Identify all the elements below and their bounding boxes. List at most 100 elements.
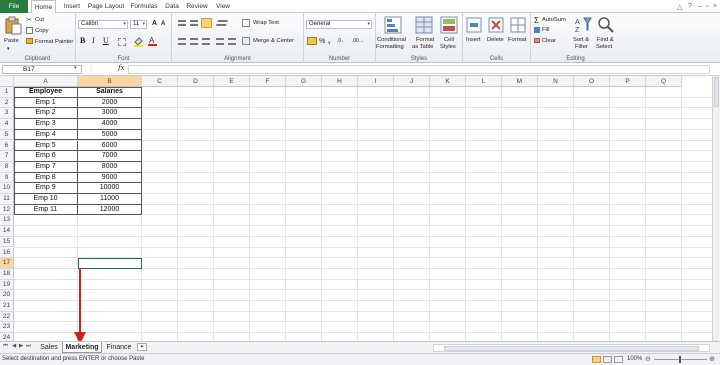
sheet-tab-finance[interactable]: Finance bbox=[104, 342, 134, 353]
column-header-n[interactable]: N bbox=[538, 76, 574, 87]
column-header-l[interactable]: L bbox=[466, 76, 502, 87]
column-header-i[interactable]: I bbox=[358, 76, 394, 87]
column-header-g[interactable]: G bbox=[286, 76, 322, 87]
format-cells-button[interactable]: Format bbox=[508, 37, 526, 44]
cell-styles-icon[interactable] bbox=[440, 16, 458, 34]
format-cells-icon[interactable] bbox=[509, 16, 527, 34]
currency-icon[interactable] bbox=[307, 37, 317, 45]
underline-button[interactable]: U bbox=[103, 37, 109, 45]
number-format-select[interactable]: General ▾ bbox=[306, 20, 372, 29]
row-header-2[interactable]: 2 bbox=[0, 97, 14, 109]
conditional-formatting-icon[interactable] bbox=[384, 16, 402, 34]
increase-decimal-button[interactable]: .0← bbox=[337, 38, 346, 45]
format-as-table-button[interactable]: Format bbox=[416, 37, 434, 44]
tab-page-layout[interactable]: Page Layout bbox=[87, 0, 125, 13]
minimize-ribbon-icon[interactable]: △ bbox=[677, 3, 682, 11]
row-header-14[interactable]: 14 bbox=[0, 226, 14, 237]
column-header-e[interactable]: E bbox=[214, 76, 250, 87]
increase-indent-icon[interactable] bbox=[228, 38, 236, 45]
borders-icon[interactable] bbox=[118, 38, 126, 46]
row-header-7[interactable]: 7 bbox=[0, 151, 14, 162]
wrap-text-button[interactable]: Wrap Text bbox=[253, 20, 279, 27]
column-header-o[interactable]: O bbox=[574, 76, 610, 87]
spreadsheet-grid[interactable]: ABCDEFGHIJKLMNOPQ 1 2 3 4 5 6 7 8 9 10 11 12 13 14 15 1… bbox=[0, 76, 712, 341]
shrink-font-button[interactable]: A bbox=[161, 21, 165, 28]
orientation-icon[interactable] bbox=[215, 20, 229, 26]
row-header-12[interactable]: 12 bbox=[0, 204, 14, 216]
select-all-corner[interactable] bbox=[0, 76, 14, 87]
column-header-f[interactable]: F bbox=[250, 76, 286, 87]
sort-filter-button[interactable]: Sort & bbox=[573, 37, 589, 44]
insert-cells-icon[interactable] bbox=[465, 16, 483, 34]
sheet-tab-marketing[interactable]: Marketing bbox=[62, 342, 102, 353]
italic-button[interactable]: I bbox=[92, 37, 95, 45]
help-icon[interactable]: ? bbox=[688, 3, 692, 10]
align-middle-icon[interactable] bbox=[190, 20, 198, 26]
wrap-text-icon[interactable] bbox=[242, 19, 250, 27]
autosum-button[interactable]: AutoSum bbox=[542, 17, 566, 24]
next-sheet-icon[interactable]: ▶ bbox=[19, 343, 23, 349]
column-header-k[interactable]: K bbox=[430, 76, 466, 87]
normal-view-icon[interactable] bbox=[592, 356, 601, 363]
fill-color-icon[interactable] bbox=[134, 37, 143, 47]
page-layout-view-icon[interactable] bbox=[603, 356, 612, 363]
format-as-table-icon[interactable] bbox=[415, 16, 433, 34]
paste-icon[interactable] bbox=[4, 16, 22, 35]
merge-center-icon[interactable] bbox=[242, 37, 250, 45]
column-header-h[interactable]: H bbox=[322, 76, 358, 87]
column-header-q[interactable]: Q bbox=[646, 76, 682, 87]
font-size-select[interactable]: 11 ▾ bbox=[130, 20, 147, 29]
font-name-select[interactable]: Calibri ▾ bbox=[78, 20, 128, 29]
row-header-6[interactable]: 6 bbox=[0, 140, 14, 152]
grow-font-button[interactable]: A bbox=[152, 20, 157, 27]
column-header-j[interactable]: J bbox=[394, 76, 430, 87]
conditional-formatting-button[interactable]: Conditional bbox=[377, 37, 406, 44]
row-header-16[interactable]: 16 bbox=[0, 247, 14, 259]
column-header-b[interactable]: B bbox=[78, 76, 142, 87]
tab-formulas[interactable]: Formulas bbox=[129, 0, 159, 13]
scroll-thumb[interactable] bbox=[714, 77, 719, 107]
tab-data[interactable]: Data bbox=[163, 0, 181, 13]
find-select-icon[interactable] bbox=[597, 16, 615, 34]
zoom-level[interactable]: 100% bbox=[627, 356, 642, 362]
column-header-m[interactable]: M bbox=[502, 76, 538, 87]
tab-review[interactable]: Review bbox=[185, 0, 209, 13]
name-box[interactable]: B17 bbox=[2, 65, 82, 74]
prev-sheet-icon[interactable]: ◀ bbox=[12, 343, 16, 349]
delete-cells-button[interactable]: Delete bbox=[487, 37, 504, 44]
row-header-21[interactable]: 21 bbox=[0, 301, 14, 312]
decrease-decimal-button[interactable]: .00→ bbox=[352, 38, 364, 45]
find-select-button[interactable]: Find & bbox=[597, 37, 614, 44]
bold-button[interactable]: B bbox=[80, 37, 85, 45]
row-header-3[interactable]: 3 bbox=[0, 108, 14, 120]
paste-dropdown-icon[interactable]: ▾ bbox=[7, 46, 10, 53]
paste-button[interactable]: Paste bbox=[4, 38, 19, 45]
align-top-icon[interactable] bbox=[178, 20, 186, 26]
formula-input[interactable] bbox=[128, 65, 710, 74]
cell-styles-button[interactable]: Cell bbox=[444, 37, 454, 44]
column-header-p[interactable]: P bbox=[610, 76, 646, 87]
delete-cells-icon[interactable] bbox=[487, 16, 505, 34]
insert-cells-button[interactable]: Insert bbox=[466, 37, 481, 44]
sheet-tab-sales[interactable]: Sales bbox=[37, 342, 61, 353]
sort-filter-icon[interactable]: AZ bbox=[575, 16, 593, 34]
percent-button[interactable]: % bbox=[319, 38, 325, 45]
align-left-icon[interactable] bbox=[178, 38, 186, 45]
row-header-13[interactable]: 13 bbox=[0, 215, 14, 227]
first-sheet-icon[interactable]: ⏮ bbox=[3, 343, 8, 350]
row-header-17[interactable]: 17 bbox=[0, 258, 14, 269]
row-header-18[interactable]: 18 bbox=[0, 268, 14, 280]
zoom-slider-thumb[interactable] bbox=[679, 356, 681, 363]
column-header-c[interactable]: C bbox=[142, 76, 178, 87]
row-header-4[interactable]: 4 bbox=[0, 119, 14, 130]
zoom-in-icon[interactable]: ⊕ bbox=[709, 355, 715, 363]
row-header-10[interactable]: 10 bbox=[0, 183, 14, 194]
format-painter-button[interactable]: Format Painter bbox=[35, 39, 73, 46]
row-header-19[interactable]: 19 bbox=[0, 279, 14, 291]
window-close-icon[interactable]: × bbox=[713, 3, 717, 10]
align-center-icon[interactable] bbox=[190, 38, 198, 45]
page-break-view-icon[interactable] bbox=[614, 356, 623, 363]
align-right-icon[interactable] bbox=[202, 38, 210, 45]
comma-button[interactable]: , bbox=[328, 37, 330, 45]
chevron-down-icon[interactable]: ▾ bbox=[74, 65, 77, 71]
